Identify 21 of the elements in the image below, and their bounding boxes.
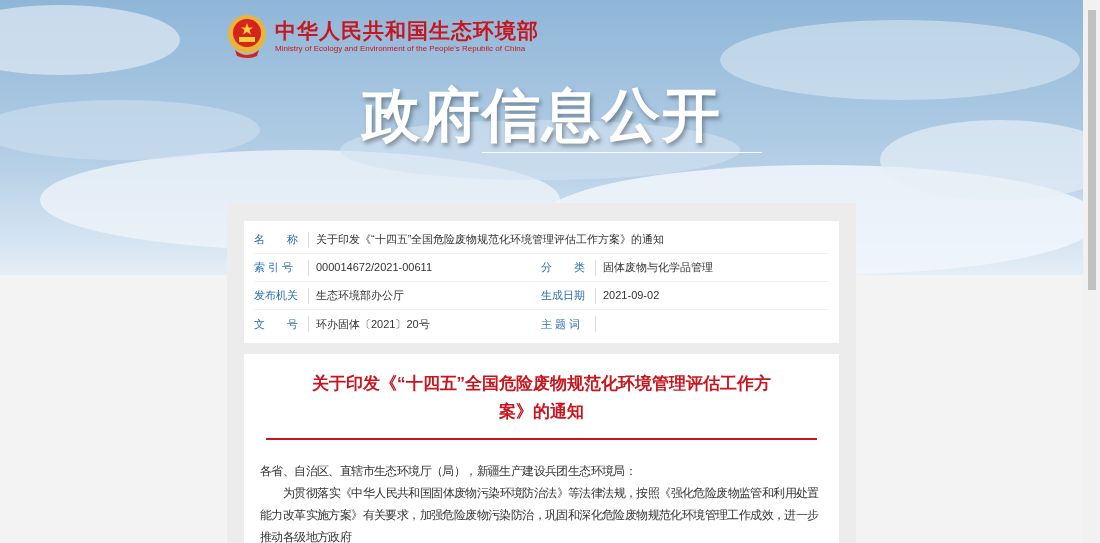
field-label: 文 号 [254,316,299,332]
banner-title: 政府信息公开 [361,81,722,149]
field-label: 名 称 [254,232,299,248]
field-label: 索 引 号 [254,260,295,276]
emblem-icon [227,14,267,58]
field-label: 分 类 [541,260,586,276]
field-value: 环办固体〔2021〕20号 [316,316,430,332]
field-label: 发布机关 [254,288,299,304]
article-title: 关于印发《“十四五”全国危险废物规范化环境管理评估工作方案》的通知 [311,373,772,423]
site-name: 中华人民共和国生态环境部 [275,18,539,44]
field-value: 关于印发《“十四五”全国危险废物规范化环境管理评估工作方案》的通知 [316,232,665,248]
field-value: 2021-09-02 [603,288,660,304]
scrollbar-thumb[interactable] [1087,10,1096,290]
field-value: 生态环境部办公厅 [316,288,404,304]
field-label: 生成日期 [541,288,586,304]
site-name-english: Ministry of Ecology and Environment of the People's Republic of China [275,44,527,54]
article-paragraph: 为贯彻落实《中华人民共和国固体废物污染环境防治法》等法律法规，按照《强化危险废物监管和利用处置能力改革实施方案》有关要求，加强危险废物污染防治，巩固和深化危险废物规范化环境管理工作成效，进一步推动各级地方政府 [260,486,820,543]
field-label: 主 题 词 [541,316,582,332]
field-value: 固体废物与化学品管理 [603,260,713,276]
field-value: 000014672/2021-00611 [316,260,433,276]
salutation: 各省、自治区、直辖市生态环境厅（局），新疆生产建设兵团生态环境局： [260,464,638,479]
